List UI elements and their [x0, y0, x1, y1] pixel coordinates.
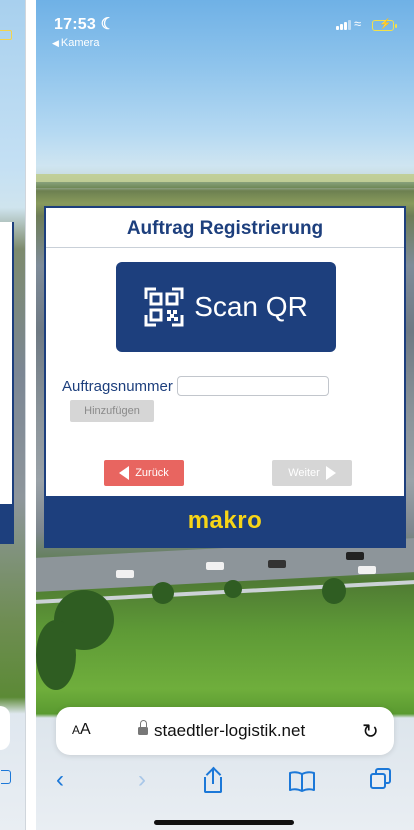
order-registration-dialog: Auftrag Registrierung Scan QR Auftragsnu… [44, 206, 406, 548]
address-bar[interactable]: AA staedtler-logistik.net ↻ [56, 707, 394, 755]
chevron-right-icon[interactable]: › [138, 766, 146, 794]
background-car [268, 560, 286, 568]
book-icon[interactable] [288, 770, 316, 792]
background-field [36, 174, 414, 182]
background-tree [152, 582, 174, 604]
dialog-title: Auftrag Registrierung [46, 208, 404, 248]
battery-icon [0, 30, 12, 40]
home-indicator [154, 820, 294, 825]
order-number-label: Auftragsnummer [62, 377, 173, 395]
order-number-input[interactable] [176, 376, 329, 396]
moon-icon: ☾ [100, 16, 116, 33]
previous-app-url-bar [0, 706, 10, 750]
background-tree [36, 620, 76, 690]
brand-logo: makro [46, 496, 404, 546]
status-bar: 17:53 ☾ ◀ Kamera ≈ ⚡ [36, 0, 414, 56]
order-number-row: Auftragsnummer [62, 376, 329, 396]
add-button[interactable]: Hinzufügen [70, 400, 154, 422]
lock-icon [138, 720, 148, 736]
battery-icon: ⚡ [372, 19, 397, 31]
background-tree [224, 580, 242, 598]
text-size-label: AA [72, 721, 91, 738]
triangle-right-icon [325, 466, 336, 480]
background-car [346, 552, 364, 560]
back-button[interactable]: Zurück [104, 460, 184, 486]
text-size-button[interactable]: AA [72, 721, 91, 739]
chevron-left-icon[interactable]: ‹ [56, 766, 64, 794]
scan-qr-label: Scan QR [194, 291, 308, 322]
browser-toolbar: ‹ › [36, 760, 414, 810]
back-triangle-icon: ◀ [52, 38, 59, 48]
url-text: staedtler-logistik.net [154, 721, 306, 740]
qr-code-icon [144, 287, 184, 327]
background-car [116, 570, 134, 578]
back-to-app-label: Kamera [60, 37, 100, 49]
background-car [206, 562, 224, 570]
status-time: 17:53 ☾ [54, 16, 116, 33]
back-button-label: Zurück [135, 467, 169, 479]
background-horizon [36, 182, 414, 188]
tabs-icon [1, 770, 11, 784]
charging-bolt-icon: ⚡ [379, 19, 392, 30]
scan-qr-button[interactable]: Scan QR [116, 262, 336, 352]
tabs-icon[interactable] [370, 768, 392, 790]
wifi-icon: ≈ [354, 16, 362, 31]
previous-app-card [0, 222, 14, 544]
main-screen: 17:53 ☾ ◀ Kamera ≈ ⚡ Auftrag Registrierun… [36, 0, 414, 830]
triangle-left-icon [119, 466, 130, 480]
next-button[interactable]: Weiter [272, 460, 352, 486]
background-car [358, 566, 376, 574]
next-button-label: Weiter [288, 467, 320, 479]
app-switcher-gap [26, 0, 36, 830]
back-to-app-link[interactable]: ◀ Kamera [52, 37, 99, 49]
previous-app-preview[interactable] [0, 0, 26, 830]
share-icon[interactable] [202, 766, 224, 794]
background-tree [322, 578, 346, 604]
reload-icon[interactable]: ↻ [362, 719, 379, 744]
